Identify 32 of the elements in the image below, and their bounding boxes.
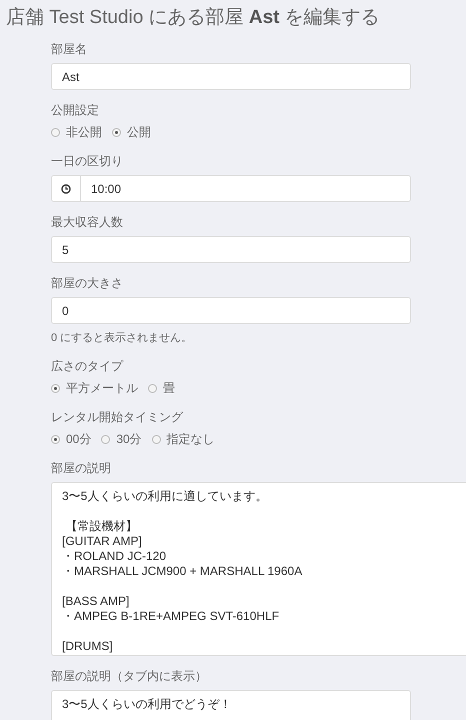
page-title: 店舗 Test Studio にある部屋 Ast を編集する (6, 6, 381, 30)
input-field[interactable]: 5 (51, 236, 411, 263)
textarea-field[interactable]: 3〜5人くらいの利用でどうぞ！ (51, 690, 411, 720)
radio-label[interactable]: 畳 (163, 380, 175, 397)
radio-label[interactable]: 30分 (116, 431, 142, 448)
radio-button[interactable] (51, 384, 60, 393)
radio-button[interactable] (152, 435, 161, 444)
input-field[interactable]: Ast (51, 63, 411, 90)
field-label: レンタル開始タイミング (51, 409, 183, 426)
field-label: 部屋の説明（タブ内に表示） (51, 668, 207, 685)
field-label: 広さのタイプ (51, 358, 123, 375)
radio-label[interactable]: 00分 (66, 431, 92, 448)
radio-label[interactable]: 指定なし (166, 431, 215, 448)
radio-button[interactable] (51, 128, 60, 137)
field-label: 部屋名 (51, 41, 87, 58)
help-text: 0 にすると表示されません。 (51, 331, 192, 345)
field-label: 最大収容人数 (51, 214, 123, 231)
radio-button[interactable] (112, 128, 121, 137)
textarea-field[interactable]: 3〜5人くらいの利用に適しています。 【常設機材】 [GUITAR AMP] ・ROLAND JC-120 ・MARSHALL JCM900 + MARSHALL 1960A [BASS AMP] ・AMPEG B-1RE+AMPEG SVT-610HLF [DRUMS] (51, 482, 466, 656)
radio-label[interactable]: 非公開 (66, 124, 102, 141)
field-label: 部屋の大きさ (51, 275, 123, 292)
radio-label[interactable]: 平方メートル (66, 380, 138, 397)
radio-button[interactable] (101, 435, 110, 444)
time-field[interactable]: 10:00 (81, 175, 411, 202)
field-label: 公開設定 (51, 102, 99, 119)
field-label: 部屋の説明 (51, 460, 111, 477)
radio-button[interactable] (51, 435, 60, 444)
field-label: 一日の区切り (51, 153, 123, 170)
clock-icon (61, 184, 71, 194)
input-field[interactable]: 0 (51, 297, 411, 324)
radio-label[interactable]: 公開 (127, 124, 151, 141)
radio-button[interactable] (148, 384, 157, 393)
